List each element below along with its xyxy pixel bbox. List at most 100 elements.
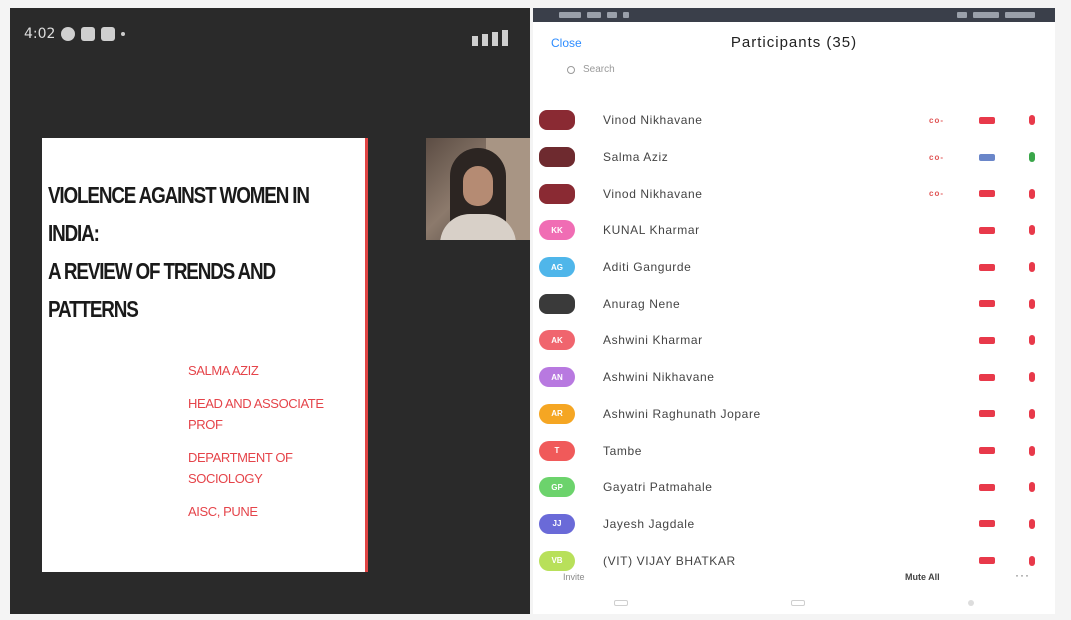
- video-icon[interactable]: [979, 190, 995, 198]
- status-bar-right: [472, 30, 508, 46]
- video-person-face: [463, 166, 493, 206]
- participant-row[interactable]: AG Aditi Gangurde: [533, 249, 1055, 286]
- participant-row[interactable]: AN Ashwini Nikhavane: [533, 359, 1055, 396]
- slide-author: SALMA AZIZ: [188, 363, 259, 378]
- participant-name: Ashwini Kharmar: [603, 333, 703, 348]
- video-icon[interactable]: [979, 483, 995, 491]
- avatar: [539, 183, 575, 204]
- slide-author-info: SALMA AZIZ HEAD AND ASSOCIATE PROF DEPAR…: [188, 360, 338, 534]
- recent-apps-button[interactable]: [614, 600, 629, 606]
- avatar: AG: [539, 257, 575, 278]
- participant-name: Aditi Gangurde: [603, 260, 692, 275]
- microphone-icon[interactable]: [1029, 152, 1035, 163]
- home-button[interactable]: [790, 600, 805, 606]
- status-item: [587, 12, 601, 18]
- participant-name: Anurag Nene: [603, 296, 681, 311]
- phone-navigation-bar: [533, 592, 1055, 614]
- slide-title-line: PATTERNS: [48, 296, 139, 322]
- avatar: GP: [539, 477, 575, 498]
- avatar: JJ: [539, 513, 575, 534]
- signal-icon: [492, 32, 498, 46]
- gallery-icon: [101, 27, 116, 41]
- status-item: [623, 12, 629, 18]
- shared-slide: VIOLENCE AGAINST WOMEN IN INDIA: A REVIE…: [42, 138, 368, 572]
- participant-row[interactable]: T Tambe: [533, 432, 1055, 469]
- video-icon[interactable]: [979, 116, 995, 124]
- microphone-icon[interactable]: [1029, 188, 1035, 199]
- whatsapp-icon: [61, 27, 76, 41]
- status-item: [973, 12, 999, 18]
- video-icon[interactable]: [979, 520, 995, 528]
- status-time: 4:02: [24, 26, 56, 42]
- participant-name: Tambe: [603, 443, 643, 458]
- microphone-icon[interactable]: [1029, 115, 1035, 126]
- participant-row[interactable]: AR Ashwini Raghunath Jopare: [533, 396, 1055, 433]
- slide-title-line: INDIA:: [48, 220, 100, 246]
- avatar: T: [539, 440, 575, 461]
- participant-row[interactable]: Salma Aziz co-: [533, 139, 1055, 176]
- avatar: AN: [539, 367, 575, 388]
- co-host-badge: co-: [929, 115, 944, 125]
- participant-row[interactable]: Anurag Nene: [533, 285, 1055, 322]
- microphone-icon[interactable]: [1029, 225, 1035, 236]
- avatar: AK: [539, 330, 575, 351]
- back-button[interactable]: [967, 600, 974, 606]
- microphone-icon[interactable]: [1029, 372, 1035, 383]
- participants-panel: Close Participants (35) Search Vinod Nik…: [533, 8, 1055, 614]
- participant-name: Vinod Nikhavane: [603, 186, 703, 201]
- participant-row[interactable]: Vinod Nikhavane co-: [533, 102, 1055, 139]
- slide-title-line: A REVIEW OF TRENDS AND: [48, 258, 276, 284]
- participant-name: Vinod Nikhavane: [603, 113, 703, 128]
- co-host-badge: co-: [929, 152, 944, 162]
- invite-button[interactable]: Invite: [563, 572, 585, 582]
- more-options-button[interactable]: ···: [1015, 568, 1030, 582]
- video-icon[interactable]: [979, 447, 995, 455]
- video-icon[interactable]: [979, 373, 995, 381]
- participant-name: Ashwini Raghunath Jopare: [603, 406, 761, 421]
- participants-header: Close Participants (35): [533, 22, 1055, 62]
- participants-footer: Invite Mute All ···: [533, 564, 1055, 588]
- participant-row[interactable]: Vinod Nikhavane co-: [533, 175, 1055, 212]
- avatar: [539, 293, 575, 314]
- microphone-icon[interactable]: [1029, 335, 1035, 346]
- volume-icon: [472, 36, 478, 46]
- avatar: [539, 110, 575, 131]
- speaker-video-thumbnail[interactable]: [426, 138, 530, 240]
- video-icon[interactable]: [979, 410, 995, 418]
- video-icon[interactable]: [979, 336, 995, 344]
- participant-name: Jayesh Jagdale: [603, 516, 695, 531]
- participant-name: Gayatri Patmahale: [603, 480, 713, 495]
- microphone-icon[interactable]: [1029, 298, 1035, 309]
- data-speed-icon: [482, 34, 488, 46]
- participant-row[interactable]: GP Gayatri Patmahale: [533, 469, 1055, 506]
- participant-row[interactable]: AK Ashwini Kharmar: [533, 322, 1055, 359]
- battery-icon: [502, 30, 508, 46]
- avatar: KK: [539, 220, 575, 241]
- microphone-icon[interactable]: [1029, 445, 1035, 456]
- status-item: [1005, 12, 1035, 18]
- microphone-icon[interactable]: [1029, 482, 1035, 493]
- more-notifications-icon: [121, 32, 126, 36]
- meeting-view: 4:02 VIOLENCE AGAINST WOMEN IN INDIA: A …: [10, 8, 530, 614]
- microphone-icon[interactable]: [1029, 408, 1035, 419]
- participant-search[interactable]: Search: [567, 64, 615, 75]
- video-icon[interactable]: [979, 300, 995, 308]
- participant-row[interactable]: KK KUNAL Kharmar: [533, 212, 1055, 249]
- status-bar-left: 4:02: [24, 26, 126, 42]
- status-item: [607, 12, 617, 18]
- microphone-icon[interactable]: [1029, 262, 1035, 273]
- video-icon[interactable]: [979, 226, 995, 234]
- microphone-icon[interactable]: [1029, 518, 1035, 529]
- participant-row[interactable]: JJ Jayesh Jagdale: [533, 506, 1055, 543]
- participant-name: Ashwini Nikhavane: [603, 370, 715, 385]
- video-icon[interactable]: [979, 263, 995, 271]
- slide-college: AISC, PUNE: [188, 504, 258, 519]
- message-icon: [81, 27, 96, 41]
- participant-name: Salma Aziz: [603, 150, 669, 165]
- video-icon[interactable]: [979, 153, 995, 161]
- mute-all-button[interactable]: Mute All: [905, 572, 940, 582]
- status-item: [957, 12, 967, 18]
- slide-department: DEPARTMENT OF SOCIOLOGY: [188, 450, 293, 486]
- co-host-badge: co-: [929, 189, 944, 199]
- search-icon: [567, 65, 575, 74]
